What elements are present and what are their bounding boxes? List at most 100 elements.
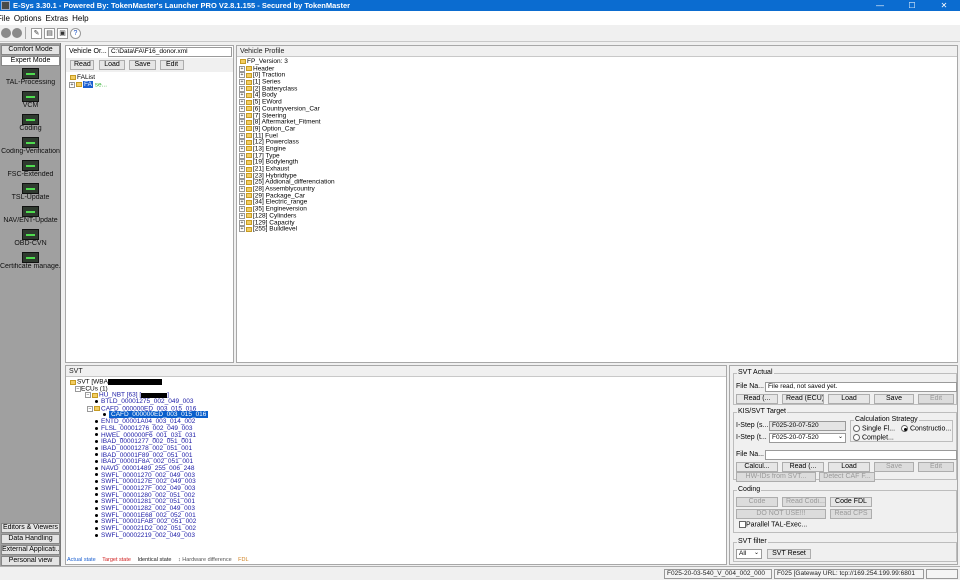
vehicle-profile-item[interactable]: + [5] EWord [239, 99, 957, 106]
read-coding-button[interactable]: Read Codi... [782, 497, 826, 507]
vehicle-profile-item[interactable]: + [34] Electric_range [239, 199, 957, 206]
expand-icon[interactable]: + [239, 139, 245, 146]
tool-vcm[interactable]: VCM [0, 91, 61, 110]
svt-actual-file-field[interactable]: File read, not saved yet. [765, 382, 957, 392]
vehicle-profile-item[interactable]: + [1] Series [239, 79, 957, 86]
collapse-icon[interactable]: − [87, 405, 93, 412]
vehicle-profile-item[interactable]: + [9] Option_Car [239, 126, 957, 133]
vehicle-profile-item[interactable]: + [23] Hybridtype [239, 173, 957, 180]
radio-icon[interactable] [853, 425, 860, 432]
vehicle-profile-item[interactable]: + [29] Package_Car [239, 193, 957, 200]
document-icon[interactable]: ▤ [44, 27, 55, 39]
vo-read-button[interactable]: Read [70, 60, 94, 70]
vehicle-profile-item[interactable]: + [17] Type [239, 152, 957, 160]
kis-save-button[interactable]: Save [874, 462, 914, 472]
expand-icon[interactable]: + [239, 125, 245, 132]
radio-construction[interactable]: Constructio... [901, 425, 951, 432]
vo-save-button[interactable]: Save [129, 60, 156, 70]
kis-read-button[interactable]: Read (... [782, 462, 824, 472]
expand-icon[interactable]: + [239, 192, 245, 199]
istep-target-select[interactable]: F025-20-07-520 [769, 433, 846, 443]
svt-load-button[interactable]: Load [828, 394, 870, 404]
tool-tsl-update[interactable]: TSL-Update [0, 183, 61, 202]
vehicle-profile-item[interactable]: + [0] Traction [239, 72, 957, 79]
svt-reset-button[interactable]: SVT Reset [767, 549, 811, 559]
vo-edit-button[interactable]: Edit [160, 60, 184, 70]
connect-icon[interactable] [1, 28, 11, 38]
expand-icon[interactable]: + [239, 72, 245, 79]
data-handling-button[interactable]: Data Handling [1, 534, 60, 544]
svt-save-button[interactable]: Save [874, 394, 914, 404]
vehicle-profile-item[interactable]: + [4] Body [239, 92, 957, 99]
menu-options[interactable]: Options [14, 14, 42, 23]
svt-entry[interactable]: SWFL_00002219_002_049_003 [69, 532, 726, 540]
tool-fsc-extended[interactable]: FSC-Extended [0, 160, 61, 179]
vehicle-profile-item[interactable]: + [129] Capacity [239, 219, 957, 227]
vehicle-profile-item[interactable]: + [35] Engineversion [239, 206, 957, 213]
editors-viewers-button[interactable]: Editors & Viewers [1, 523, 60, 533]
expand-icon[interactable]: + [239, 85, 245, 92]
expand-icon[interactable]: + [239, 65, 245, 72]
menu-extras[interactable]: Extras [45, 14, 68, 23]
close-button[interactable]: ✕ [928, 0, 960, 11]
expand-icon[interactable]: + [239, 219, 245, 226]
comfort-mode-button[interactable]: Comfort Mode [1, 45, 60, 55]
disconnect-icon[interactable] [12, 28, 22, 38]
istep-shipment-field[interactable]: F025-20-07-520 [769, 421, 846, 431]
menu-file[interactable]: File [0, 14, 10, 23]
minimize-button[interactable]: — [864, 0, 896, 11]
help-icon[interactable]: ? [70, 27, 81, 39]
vehicle-profile-item[interactable]: + [12] Powerclass [239, 139, 957, 146]
expand-icon[interactable]: + [239, 119, 245, 126]
fa-node[interactable]: + FA se... [69, 81, 233, 89]
kis-calculate-button[interactable]: Calcul... [736, 462, 778, 472]
radio-single-flash[interactable]: Single Fl... [853, 425, 895, 432]
expand-icon[interactable]: + [239, 166, 245, 172]
code-fdl-button[interactable]: Code FDL [830, 497, 872, 507]
external-applications-button[interactable]: External Applicati... [1, 545, 60, 555]
vo-load-button[interactable]: Load [99, 60, 125, 70]
expand-icon[interactable]: + [239, 92, 245, 99]
hw-ids-from-svt-button[interactable]: HW-IDs from SVT... [736, 472, 816, 482]
expand-icon[interactable]: + [239, 179, 245, 186]
svt-read-button[interactable]: Read (... [736, 394, 778, 404]
chevron-down-icon[interactable]: ⌄ [754, 549, 759, 556]
svt-read-ecu-button[interactable]: Read (ECU) [782, 394, 824, 404]
kis-load-button[interactable]: Load [828, 462, 870, 472]
vehicle-profile-item[interactable]: + [11] Fuel [239, 132, 957, 140]
tool-obd-cvn[interactable]: OBD-CVN [0, 229, 61, 248]
expand-icon[interactable]: + [239, 226, 245, 233]
key-icon[interactable]: ✎ [31, 27, 42, 39]
vehicle-profile-item[interactable]: + [128] Cylinders [239, 213, 957, 220]
radio-icon[interactable] [853, 434, 860, 441]
vehicle-profile-item[interactable]: + [21] Exhaust [239, 166, 957, 173]
vehicle-profile-item[interactable]: + [19] Bodylength [239, 159, 957, 166]
expand-icon[interactable]: + [239, 132, 245, 139]
detect-caf-button[interactable]: Detect CAF F... [819, 472, 875, 482]
expert-mode-button[interactable]: Expert Mode [1, 56, 60, 66]
collapse-icon[interactable]: − [85, 392, 91, 399]
expand-icon[interactable]: + [239, 145, 245, 152]
kis-file-field[interactable] [765, 450, 957, 460]
vehicle-profile-item[interactable]: + [7] Steering [239, 112, 957, 120]
expand-icon[interactable]: + [239, 212, 245, 219]
svt-edit-button[interactable]: Edit [918, 394, 954, 404]
radio-selected-icon[interactable] [901, 425, 908, 432]
expand-icon[interactable]: + [239, 199, 245, 206]
expand-icon[interactable]: + [239, 79, 245, 86]
menu-help[interactable]: Help [72, 14, 88, 23]
expand-icon[interactable]: + [239, 159, 245, 166]
chevron-down-icon[interactable]: ⌄ [838, 433, 843, 440]
personal-view-button[interactable]: Personal view [1, 556, 60, 566]
expand-icon[interactable]: + [239, 186, 245, 193]
fp-version-node[interactable]: FP_Version: 3 [239, 58, 957, 66]
vehicle-profile-item[interactable]: + [6] Countryversion_Car [239, 106, 957, 113]
do-not-use-button[interactable]: DO NOT USE!!! [736, 509, 826, 519]
expand-icon[interactable]: + [239, 99, 245, 106]
radio-complete[interactable]: Complet... [853, 434, 894, 441]
tool-coding[interactable]: Coding [0, 114, 61, 133]
vehicle-profile-item[interactable]: + [13] Engine [239, 146, 957, 153]
vehicle-profile-item[interactable]: + [255] Buildlevel [239, 226, 957, 233]
tool-tal-processing[interactable]: TAL-Processing [0, 68, 61, 87]
expand-icon[interactable]: + [239, 152, 245, 159]
